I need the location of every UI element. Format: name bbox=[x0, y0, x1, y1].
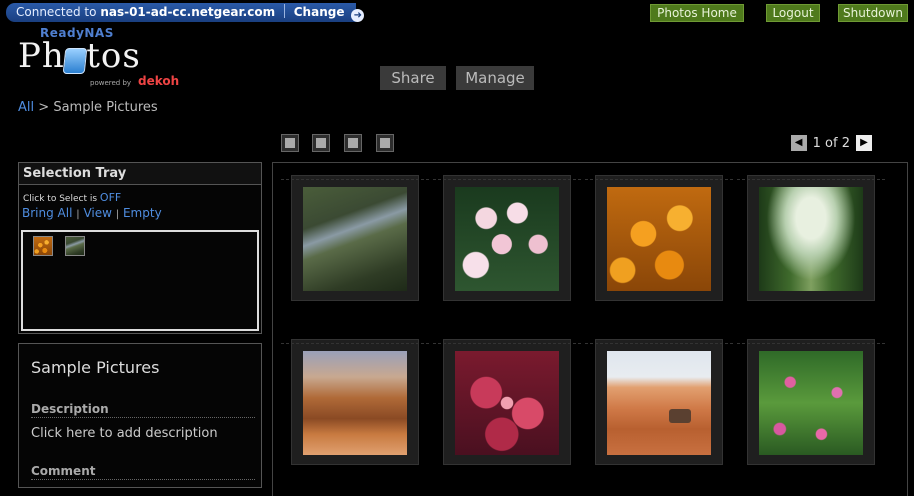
tab-manage[interactable]: Manage bbox=[456, 66, 534, 90]
tray-actions: Bring All | View | Empty bbox=[19, 206, 261, 220]
breadcrumb-root[interactable]: All bbox=[18, 100, 34, 115]
photo-thumbnail[interactable] bbox=[607, 187, 711, 291]
logo-vendor: dekoh bbox=[138, 74, 180, 88]
description-field[interactable]: Click here to add description bbox=[31, 426, 218, 441]
photos-home-button[interactable]: Photos Home bbox=[650, 4, 744, 22]
pager: ◀ 1 of 2 ▶ bbox=[790, 134, 872, 152]
photo-tile[interactable] bbox=[737, 339, 885, 465]
bring-all-link[interactable]: Bring All bbox=[22, 206, 72, 220]
logout-button[interactable]: Logout bbox=[766, 4, 820, 22]
photo-tile[interactable] bbox=[281, 339, 429, 465]
selection-tray-title: Selection Tray bbox=[19, 163, 261, 185]
tray-thumbnail[interactable] bbox=[65, 236, 85, 256]
page-indicator: 1 of 2 bbox=[812, 135, 850, 151]
previous-page-icon[interactable]: ◀ bbox=[790, 135, 807, 151]
top-bar: Connected to nas-01-ad-cc.netgear.com Ch… bbox=[0, 0, 914, 24]
photo-thumbnail[interactable] bbox=[455, 351, 559, 455]
host-name: nas-01-ad-cc.netgear.com bbox=[100, 5, 276, 19]
photo-tile[interactable] bbox=[737, 175, 885, 301]
photo-thumbnail[interactable] bbox=[303, 351, 407, 455]
photo-thumbnail[interactable] bbox=[759, 187, 863, 291]
grid-view-icon[interactable] bbox=[312, 134, 330, 152]
photo-gallery bbox=[272, 162, 908, 496]
empty-link[interactable]: Empty bbox=[123, 206, 162, 220]
click-to-select-status: Click to Select is OFF bbox=[19, 185, 261, 204]
readynas-photos-logo[interactable]: ReadyNAS Photos powered by dekoh bbox=[18, 26, 180, 92]
tab-share[interactable]: Share bbox=[380, 66, 446, 90]
photo-tile[interactable] bbox=[281, 175, 429, 301]
description-heading: Description bbox=[31, 402, 255, 418]
album-name[interactable]: Sample Pictures bbox=[31, 358, 159, 377]
breadcrumb: All > Sample Pictures bbox=[18, 100, 158, 115]
photo-tile[interactable] bbox=[585, 339, 733, 465]
connection-status: Connected to nas-01-ad-cc.netgear.com Ch… bbox=[6, 3, 365, 22]
comment-heading: Comment bbox=[31, 464, 255, 480]
logo-powered-by: powered by bbox=[90, 79, 132, 87]
photo-thumbnail[interactable] bbox=[455, 187, 559, 291]
fit-view-icon[interactable] bbox=[376, 134, 394, 152]
breadcrumb-separator: > bbox=[38, 100, 50, 115]
selection-tray: Selection Tray Click to Select is OFF Br… bbox=[18, 162, 262, 334]
photo-tile[interactable] bbox=[433, 175, 581, 301]
click-to-select-toggle[interactable]: OFF bbox=[100, 191, 121, 204]
list-view-icon[interactable] bbox=[344, 134, 362, 152]
divider bbox=[283, 4, 285, 18]
view-link[interactable]: View bbox=[83, 206, 111, 220]
photo-thumbnail[interactable] bbox=[607, 351, 711, 455]
slideshow-view-icon[interactable] bbox=[281, 134, 299, 152]
tray-drop-area[interactable] bbox=[21, 230, 259, 331]
shutdown-button[interactable]: Shutdown bbox=[838, 4, 908, 22]
photo-thumbnail[interactable] bbox=[759, 351, 863, 455]
arrow-right-icon[interactable]: ➜ bbox=[351, 9, 365, 22]
click-to-select-label: Click to Select is bbox=[23, 194, 98, 204]
divider: | bbox=[115, 209, 120, 220]
photo-tile[interactable] bbox=[585, 175, 733, 301]
photo-tile[interactable] bbox=[433, 339, 581, 465]
change-link[interactable]: Change bbox=[294, 5, 345, 19]
divider: | bbox=[76, 209, 80, 220]
album-info-panel: Sample Pictures Description Click here t… bbox=[18, 343, 262, 488]
photo-thumbnail[interactable] bbox=[303, 187, 407, 291]
breadcrumb-current: Sample Pictures bbox=[53, 100, 158, 115]
tray-thumbnail[interactable] bbox=[33, 236, 53, 256]
connected-prefix: Connected to bbox=[16, 5, 97, 19]
camera-icon bbox=[62, 48, 88, 74]
next-page-icon[interactable]: ▶ bbox=[856, 135, 872, 151]
